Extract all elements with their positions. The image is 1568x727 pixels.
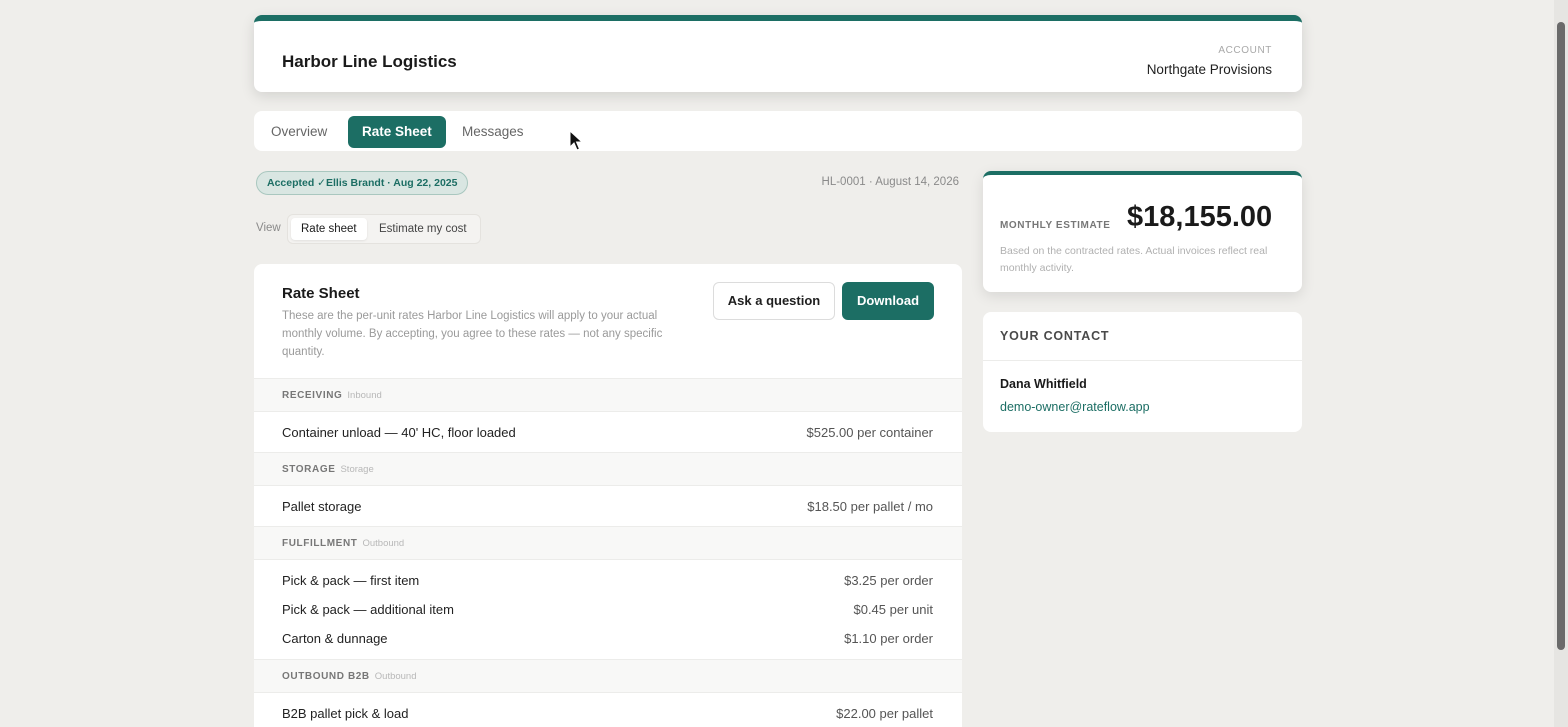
estimate-value: $18,155.00 (1127, 201, 1273, 233)
section-name: OUTBOUND B2B (282, 671, 370, 682)
rate-label: Carton & dunnage (282, 631, 388, 646)
status-badge: Accepted ✓Ellis Brandt · Aug 22, 2025 (256, 171, 469, 195)
section-header-storage: STORAGE Storage (254, 452, 962, 486)
scrollbar-thumb[interactable] (1557, 22, 1565, 650)
monthly-estimate-card: MONTHLY ESTIMATE $18,155.00 Based on the… (983, 171, 1302, 292)
rate-label: B2B pallet pick & load (282, 706, 409, 721)
rate-label: Container unload — 40' HC, floor loaded (282, 425, 516, 440)
rate-value: $3.25 per order (844, 573, 933, 588)
section-name: RECEIVING (282, 390, 343, 401)
tab-overview[interactable]: Overview (257, 116, 341, 148)
contact-email-link[interactable]: demo-owner@rateflow.app (1000, 400, 1150, 414)
estimate-label: MONTHLY ESTIMATE (1000, 220, 1111, 231)
rate-label: Pallet storage (282, 499, 362, 514)
ask-question-button[interactable]: Ask a question (713, 282, 835, 320)
section-header-receiving: RECEIVING Inbound (254, 378, 962, 412)
header-card: Harbor Line Logistics ACCOUNT Northgate … (254, 15, 1302, 92)
rate-sheet-description: These are the per-unit rates Harbor Line… (282, 310, 663, 358)
rate-label: Pick & pack — first item (282, 573, 420, 588)
rate-row: B2B pallet pick & load $22.00 per pallet (254, 702, 962, 726)
rate-label: Pick & pack — additional item (282, 602, 454, 617)
rate-row: Carton & dunnage $1.10 per order (254, 627, 962, 651)
rate-row: Pick & pack — first item $3.25 per order (254, 569, 962, 593)
section-tag: Inbound (347, 390, 382, 401)
tab-bar: Overview Rate Sheet Messages (254, 111, 1302, 151)
section-tag: Storage (340, 464, 374, 475)
contact-card: YOUR CONTACT Dana Whitfield demo-owner@r… (983, 312, 1302, 432)
rate-row: Pick & pack — additional item $0.45 per … (254, 598, 962, 622)
section-header-fulfillment: FULFILLMENT Outbound (254, 526, 962, 560)
tab-messages[interactable]: Messages (448, 116, 538, 148)
view-label: View (256, 222, 281, 234)
rate-sheet-title: Rate Sheet (282, 285, 360, 302)
view-toggle: Rate sheet Estimate my cost (287, 214, 481, 244)
rate-row: Container unload — 40' HC, floor loaded … (254, 421, 962, 445)
rate-value: $1.10 per order (844, 631, 933, 646)
estimate-note: Based on the contracted rates. Actual in… (1000, 245, 1268, 274)
contact-name: Dana Whitfield (1000, 377, 1087, 391)
section-tag: Outbound (362, 538, 405, 549)
rate-value: $18.50 per pallet / mo (807, 499, 933, 514)
rate-value: $0.45 per unit (853, 602, 933, 617)
account-name: Northgate Provisions (1146, 62, 1272, 77)
divider (983, 360, 1302, 361)
document-reference: HL-0001 · August 14, 2026 (821, 176, 959, 188)
account-label: ACCOUNT (1218, 45, 1272, 56)
section-tag: Outbound (374, 671, 417, 682)
rate-value: $22.00 per pallet (836, 706, 933, 721)
download-button[interactable]: Download (842, 282, 934, 320)
mouse-cursor-icon (569, 130, 583, 151)
brand-name: Harbor Line Logistics (282, 52, 457, 71)
rate-value: $525.00 per container (806, 425, 933, 440)
tab-rate-sheet[interactable]: Rate Sheet (348, 116, 446, 148)
contact-heading: YOUR CONTACT (1000, 329, 1110, 343)
page-scrollbar[interactable] (1554, 0, 1568, 727)
section-header-outbound-b2b: OUTBOUND B2B Outbound (254, 659, 962, 693)
rate-row: Pallet storage $18.50 per pallet / mo (254, 495, 962, 519)
section-name: FULFILLMENT (282, 538, 358, 549)
rate-sheet-card: Rate Sheet These are the per-unit rates … (254, 264, 962, 727)
view-option-estimate[interactable]: Estimate my cost (369, 218, 477, 240)
section-name: STORAGE (282, 464, 336, 475)
view-option-rate-sheet[interactable]: Rate sheet (291, 218, 367, 240)
